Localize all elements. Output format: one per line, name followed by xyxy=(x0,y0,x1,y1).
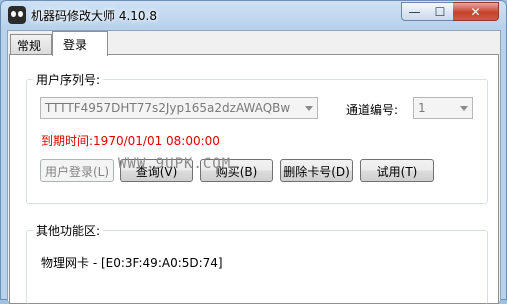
app-owl-icon xyxy=(8,6,26,24)
other-functions-group: 其他功能区: 物理网卡 - [E0:3F:49:A0:5D:74] xyxy=(26,222,488,304)
window-title: 机器码修改大师 4.10.8 xyxy=(31,9,157,23)
tab-login[interactable]: 登录 xyxy=(52,31,108,56)
serial-number-combobox[interactable]: TTTTF4957DHT77s2Jyp165a2dzAWAQBw xyxy=(40,97,318,119)
minimize-button[interactable]: — xyxy=(401,2,428,21)
delete-card-button[interactable]: 删除卡号(D) xyxy=(280,159,353,182)
close-icon: ✕ xyxy=(470,4,481,19)
user-serial-group: 用户序列号: TTTTF4957DHT77s2Jyp165a2dzAWAQBw … xyxy=(26,71,488,204)
serial-number-value: TTTTF4957DHT77s2Jyp165a2dzAWAQBw xyxy=(45,101,291,115)
tab-general[interactable]: 常规 xyxy=(10,34,52,54)
maximize-button[interactable]: ☐ xyxy=(427,2,454,21)
channel-label: 通道编号: xyxy=(346,103,399,117)
network-card-text: 物理网卡 - [E0:3F:49:A0:5D:74] xyxy=(41,256,223,270)
chevron-down-icon[interactable] xyxy=(305,106,313,111)
channel-value: 1 xyxy=(418,101,426,115)
watermark: WWW.9UPK.COM xyxy=(118,156,232,172)
user-serial-legend: 用户序列号: xyxy=(33,71,104,88)
expire-time-text: 到期时间:1970/01/01 08:00:00 xyxy=(41,134,220,148)
chevron-down-icon[interactable] xyxy=(460,106,468,111)
maximize-icon: ☐ xyxy=(434,4,446,19)
minimize-icon: — xyxy=(408,4,421,19)
login-tab-page: 用户序列号: TTTTF4957DHT77s2Jyp165a2dzAWAQBw … xyxy=(9,54,499,304)
channel-combobox[interactable]: 1 xyxy=(413,97,473,119)
title-bar[interactable]: 机器码修改大师 4.10.8 — ☐ ✕ xyxy=(1,1,506,29)
user-login-button[interactable]: 用户登录(L) xyxy=(40,159,114,182)
client-area: 常规 登录 用户序列号: TTTTF4957DHT77s2Jyp165a2dzA… xyxy=(7,30,501,304)
app-window: 机器码修改大师 4.10.8 — ☐ ✕ 常规 登录 用户序列号: TTTTF4… xyxy=(0,0,507,304)
close-button[interactable]: ✕ xyxy=(453,2,499,21)
other-functions-legend: 其他功能区: xyxy=(33,222,104,239)
tab-strip: 常规 登录 xyxy=(8,31,500,56)
trial-button[interactable]: 试用(T) xyxy=(360,159,434,182)
